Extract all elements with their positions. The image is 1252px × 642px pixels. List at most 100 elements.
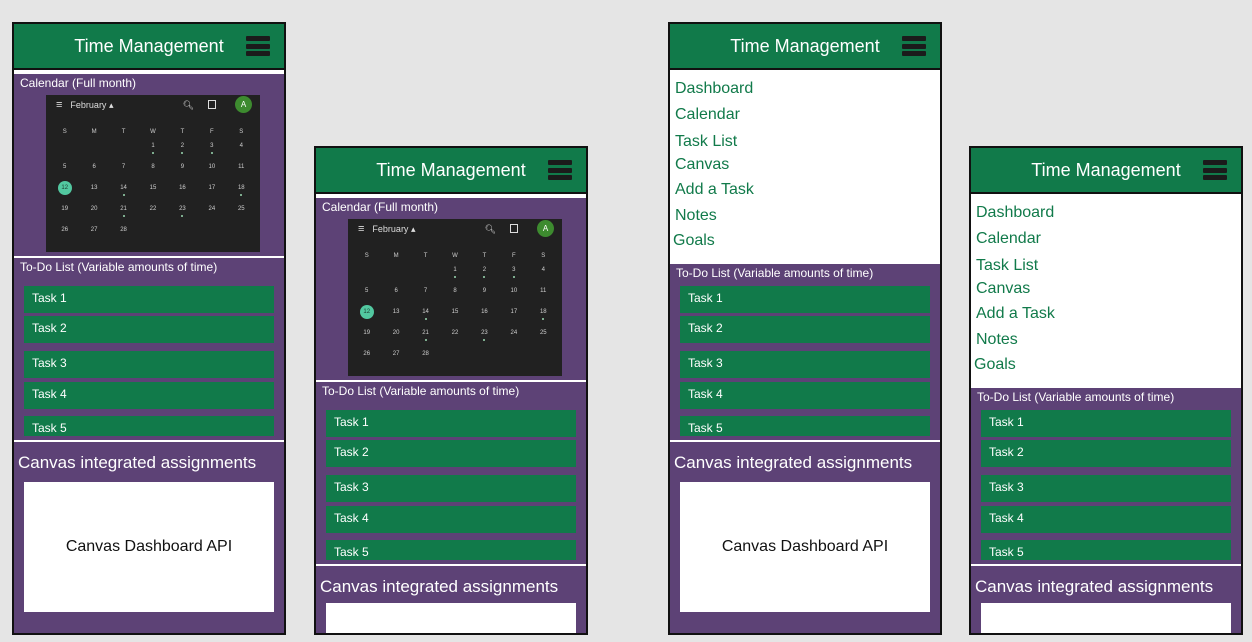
- canvas-dashboard-api-panel[interactable]: [326, 603, 576, 633]
- hamburger-menu-icon[interactable]: [1203, 160, 1227, 180]
- calendar-day[interactable]: 16: [470, 305, 499, 326]
- calendar-day[interactable]: 10: [499, 284, 528, 305]
- task-item[interactable]: Task 1: [981, 410, 1231, 437]
- calendar-day[interactable]: 16: [168, 181, 197, 202]
- task-item[interactable]: Task 5: [680, 416, 930, 436]
- calendar-day[interactable]: 3: [197, 139, 226, 160]
- calendar-day[interactable]: 4: [227, 139, 256, 160]
- task-item[interactable]: Task 5: [24, 416, 274, 436]
- nav-item-add-a-task[interactable]: Add a Task: [675, 181, 754, 199]
- calendar-day[interactable]: 23: [168, 202, 197, 223]
- calendar-day[interactable]: 14: [411, 305, 440, 326]
- calendar-day[interactable]: 2: [470, 263, 499, 284]
- calendar-day[interactable]: 6: [381, 284, 410, 305]
- hamburger-menu-icon[interactable]: [548, 160, 572, 180]
- calendar-widget[interactable]: ≡ February ▴ 🔍︎ A S M T W T F S 1 2 3 4 5 6 7 8 9 10 11 12…: [348, 219, 562, 376]
- calendar-day[interactable]: 10: [197, 160, 226, 181]
- calendar-day[interactable]: 13: [381, 305, 410, 326]
- nav-item-notes[interactable]: Notes: [675, 207, 717, 225]
- calendar-day[interactable]: 25: [529, 326, 558, 347]
- calendar-day[interactable]: 8: [440, 284, 469, 305]
- calendar-day[interactable]: 14: [109, 181, 138, 202]
- nav-item-notes[interactable]: Notes: [976, 331, 1018, 349]
- calendar-day[interactable]: 15: [138, 181, 167, 202]
- calendar-day[interactable]: 2: [168, 139, 197, 160]
- calendar-day[interactable]: 26: [352, 347, 381, 368]
- calendar-day[interactable]: 22: [440, 326, 469, 347]
- calendar-day[interactable]: 3: [499, 263, 528, 284]
- nav-item-dashboard[interactable]: Dashboard: [976, 204, 1054, 222]
- calendar-day[interactable]: 4: [529, 263, 558, 284]
- calendar-day[interactable]: 24: [499, 326, 528, 347]
- calendar-month-selector[interactable]: February ▴: [70, 100, 113, 111]
- calendar-day[interactable]: 27: [381, 347, 410, 368]
- calendar-month-selector[interactable]: February ▴: [372, 224, 415, 235]
- task-item[interactable]: Task 3: [24, 351, 274, 378]
- calendar-day[interactable]: 5: [352, 284, 381, 305]
- calendar-day[interactable]: 11: [529, 284, 558, 305]
- task-item[interactable]: Task 1: [24, 286, 274, 313]
- calendar-day[interactable]: 21: [411, 326, 440, 347]
- task-item[interactable]: Task 2: [24, 316, 274, 343]
- hamburger-menu-icon[interactable]: [902, 36, 926, 56]
- calendar-day[interactable]: 7: [109, 160, 138, 181]
- calendar-day[interactable]: 6: [79, 160, 108, 181]
- nav-item-task-list[interactable]: Task List: [675, 133, 737, 151]
- nav-item-canvas[interactable]: Canvas: [976, 280, 1030, 298]
- calendar-day[interactable]: 28: [109, 223, 138, 244]
- task-item[interactable]: Task 1: [326, 410, 576, 437]
- calendar-day[interactable]: 15: [440, 305, 469, 326]
- calendar-day[interactable]: 25: [227, 202, 256, 223]
- calendar-day[interactable]: 9: [470, 284, 499, 305]
- calendar-day[interactable]: 19: [50, 202, 79, 223]
- calendar-day[interactable]: 5: [50, 160, 79, 181]
- task-item[interactable]: Task 2: [326, 440, 576, 467]
- task-item[interactable]: Task 2: [981, 440, 1231, 467]
- search-icon[interactable]: 🔍︎: [485, 224, 496, 235]
- calendar-day[interactable]: 17: [197, 181, 226, 202]
- nav-item-goals[interactable]: Goals: [974, 356, 1016, 374]
- calendar-day[interactable]: 20: [381, 326, 410, 347]
- calendar-day[interactable]: 20: [79, 202, 108, 223]
- calendar-day[interactable]: 17: [499, 305, 528, 326]
- avatar[interactable]: A: [235, 96, 252, 113]
- task-item[interactable]: Task 5: [326, 540, 576, 560]
- calendar-day[interactable]: 27: [79, 223, 108, 244]
- calendar-day[interactable]: 22: [138, 202, 167, 223]
- nav-item-dashboard[interactable]: Dashboard: [675, 80, 753, 98]
- task-item[interactable]: Task 5: [981, 540, 1231, 560]
- task-item[interactable]: Task 3: [981, 475, 1231, 502]
- hamburger-menu-icon[interactable]: [246, 36, 270, 56]
- task-item[interactable]: Task 4: [326, 506, 576, 533]
- task-item[interactable]: Task 4: [24, 382, 274, 409]
- calendar-day[interactable]: 19: [352, 326, 381, 347]
- calendar-day[interactable]: 1: [138, 139, 167, 160]
- calendar-day[interactable]: 8: [138, 160, 167, 181]
- nav-item-canvas[interactable]: Canvas: [675, 156, 729, 174]
- calendar-today-icon[interactable]: [510, 224, 518, 233]
- calendar-day[interactable]: 7: [411, 284, 440, 305]
- calendar-day[interactable]: 23: [470, 326, 499, 347]
- nav-item-goals[interactable]: Goals: [673, 232, 715, 250]
- task-item[interactable]: Task 4: [680, 382, 930, 409]
- calendar-day[interactable]: 21: [109, 202, 138, 223]
- task-item[interactable]: Task 4: [981, 506, 1231, 533]
- calendar-today-icon[interactable]: [208, 100, 216, 109]
- task-item[interactable]: Task 1: [680, 286, 930, 313]
- task-item[interactable]: Task 3: [326, 475, 576, 502]
- nav-item-add-a-task[interactable]: Add a Task: [976, 305, 1055, 323]
- calendar-day[interactable]: 26: [50, 223, 79, 244]
- task-item[interactable]: Task 3: [680, 351, 930, 378]
- calendar-day[interactable]: 1: [440, 263, 469, 284]
- canvas-dashboard-api-panel[interactable]: Canvas Dashboard API: [24, 482, 274, 612]
- task-item[interactable]: Task 2: [680, 316, 930, 343]
- avatar[interactable]: A: [537, 220, 554, 237]
- calendar-day[interactable]: 18: [227, 181, 256, 202]
- canvas-dashboard-api-panel[interactable]: [981, 603, 1231, 633]
- nav-item-task-list[interactable]: Task List: [976, 257, 1038, 275]
- calendar-menu-icon[interactable]: ≡: [358, 223, 364, 235]
- calendar-day[interactable]: 18: [529, 305, 558, 326]
- search-icon[interactable]: 🔍︎: [183, 100, 194, 111]
- calendar-day[interactable]: 24: [197, 202, 226, 223]
- calendar-day[interactable]: 12: [50, 181, 79, 202]
